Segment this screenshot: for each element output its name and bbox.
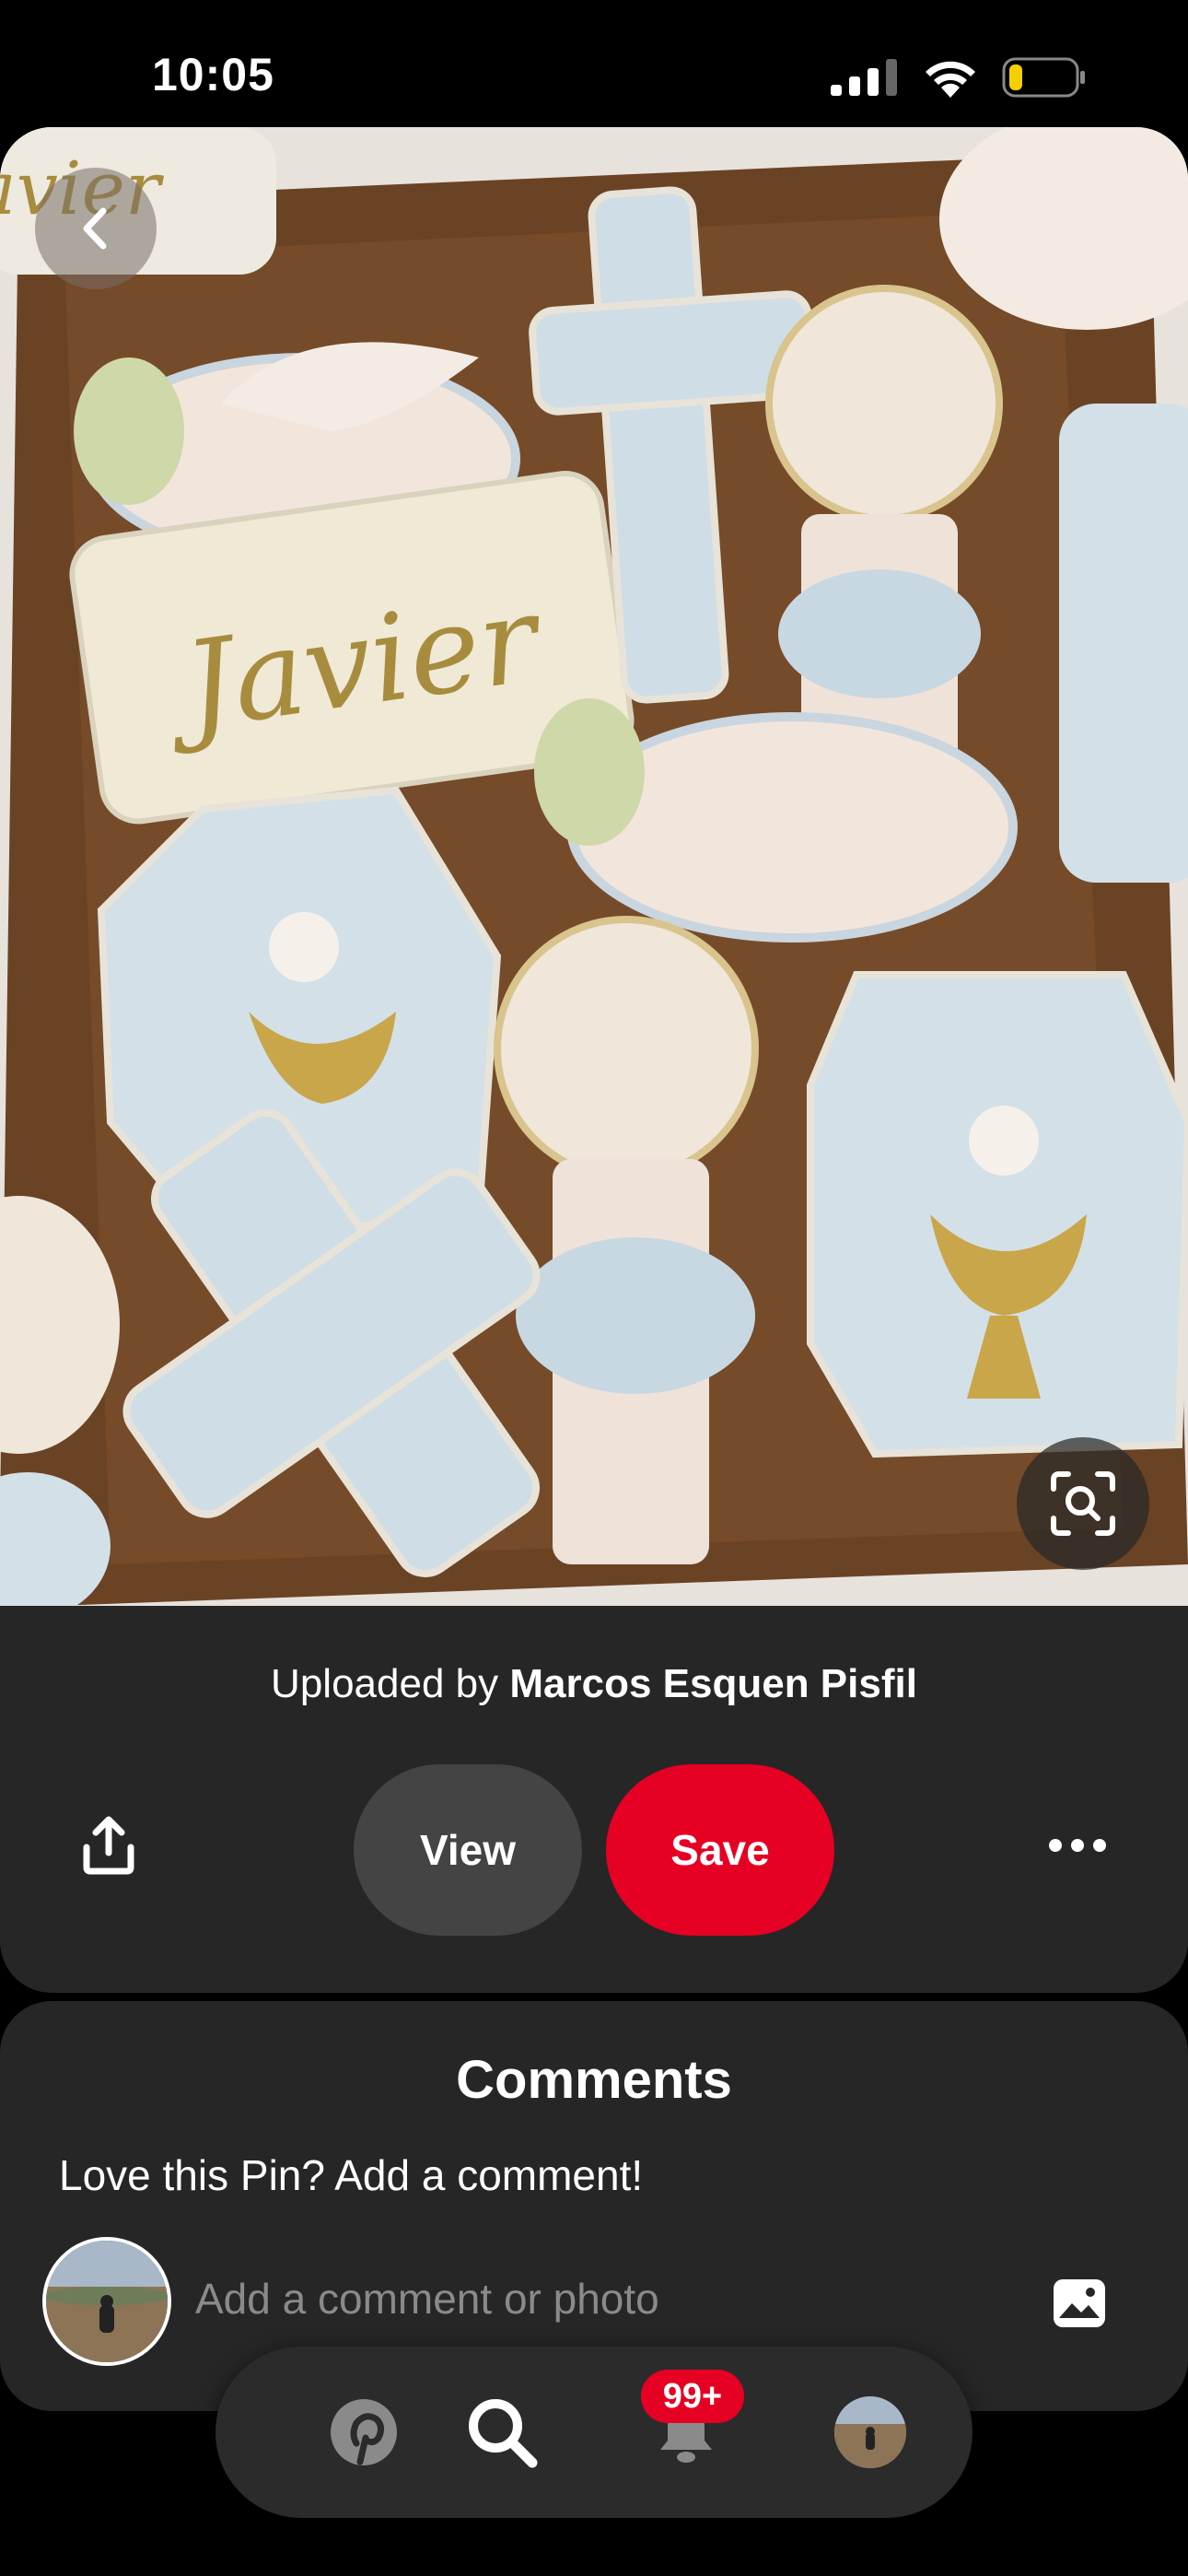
comments-title: Comments	[456, 2050, 732, 2110]
uploaded-by-label: Uploaded by	[271, 1661, 499, 1706]
more-icon	[1049, 1839, 1106, 1852]
status-icons	[831, 57, 1087, 98]
cookies-photo	[0, 127, 1188, 1606]
add-photo-button[interactable]	[1050, 2274, 1109, 2333]
pin-image[interactable]: Javier avier	[0, 127, 1188, 1606]
chevron-left-icon	[83, 207, 107, 250]
tab-search[interactable]	[456, 2386, 548, 2478]
status-bar: 10:05	[0, 0, 1188, 129]
pinterest-icon	[331, 2399, 397, 2465]
visual-search-icon	[1051, 1471, 1115, 1536]
cellular-signal-icon	[831, 59, 897, 96]
view-button[interactable]: View	[354, 1764, 582, 1936]
back-button[interactable]	[35, 168, 157, 289]
more-button[interactable]	[1041, 1809, 1114, 1882]
uploaded-by-line: Uploaded by Marcos Esquen Pisfil	[0, 1661, 1188, 1707]
battery-icon	[1002, 57, 1085, 98]
comments-prompt: Love this Pin? Add a comment!	[59, 2151, 644, 2199]
share-icon	[83, 1816, 134, 1875]
share-button[interactable]	[72, 1809, 146, 1882]
image-icon	[1054, 2279, 1105, 2327]
uploader-name[interactable]: Marcos Esquen Pisfil	[509, 1661, 917, 1706]
search-icon	[469, 2399, 538, 2468]
wifi-icon	[926, 61, 975, 98]
status-time: 10:05	[152, 49, 274, 100]
user-avatar	[42, 2237, 171, 2366]
visual-search-button[interactable]	[1017, 1437, 1149, 1570]
tab-home[interactable]	[318, 2386, 410, 2478]
save-button[interactable]: Save	[606, 1764, 834, 1936]
bottom-tab-bar: 99+	[215, 2347, 973, 2518]
pin-action-panel: Uploaded by Marcos Esquen Pisfil View Sa…	[0, 1606, 1188, 1993]
comment-input[interactable]: Add a comment or photo	[195, 2274, 659, 2324]
tab-profile[interactable]	[824, 2386, 916, 2478]
notifications-badge: 99+	[641, 2370, 744, 2423]
profile-avatar	[834, 2396, 906, 2468]
